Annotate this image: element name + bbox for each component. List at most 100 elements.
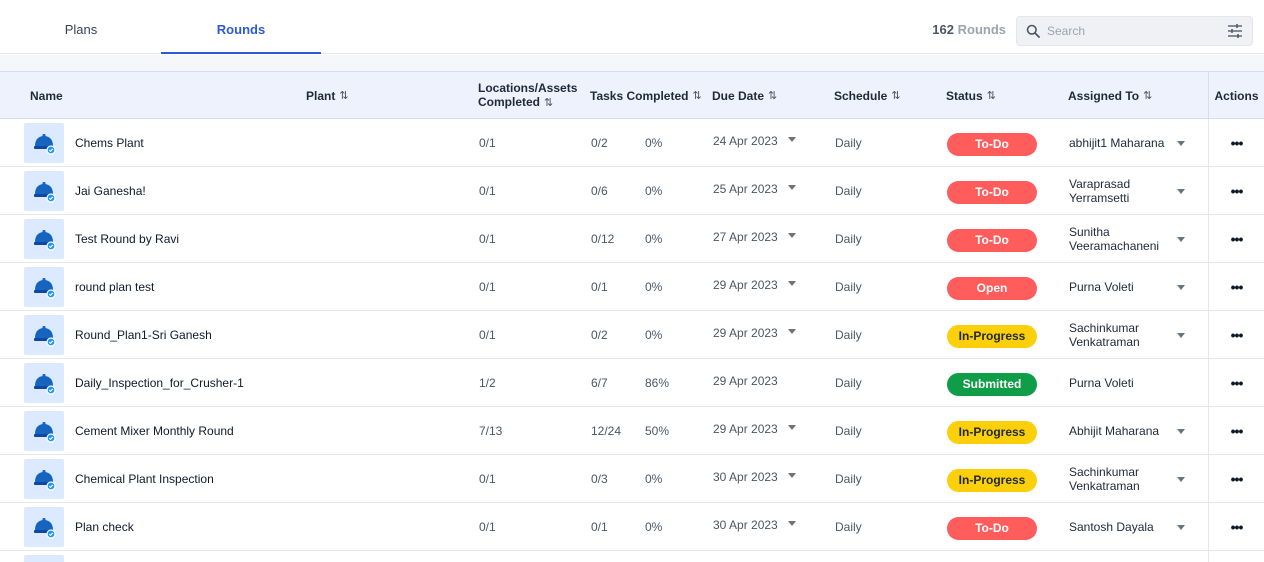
search-box[interactable] — [1016, 16, 1253, 46]
sort-icon[interactable]: ⇅ — [1143, 89, 1152, 103]
tab-plans[interactable]: Plans — [1, 6, 161, 54]
tasks-percent: 50% — [645, 423, 670, 438]
table-row[interactable]: Round_Plan1-Sri Ganesh 0/1 0/2 0% 29 Apr… — [0, 311, 1264, 359]
due-date-cell[interactable]: 29 Apr 2023 — [713, 405, 796, 452]
table-row[interactable]: Test Round by Ravi 0/1 0/12 0% 27 Apr 20… — [0, 215, 1264, 263]
chevron-down-icon[interactable] — [1177, 285, 1185, 290]
due-date-cell[interactable]: 29 Apr 2023 — [713, 309, 796, 356]
chevron-down-icon[interactable] — [1177, 477, 1185, 482]
round-name[interactable]: Chemical Plant Inspection — [75, 455, 214, 502]
due-date-cell[interactable]: 24 Apr 2023 — [713, 117, 796, 164]
status-badge[interactable]: In-Progress — [947, 469, 1037, 492]
more-actions-button[interactable]: ••• — [1208, 503, 1264, 550]
status-badge[interactable]: To-Do — [947, 229, 1037, 252]
header-plant[interactable]: Plant ⇅ — [306, 72, 349, 119]
chevron-down-icon[interactable] — [787, 329, 796, 334]
sort-icon[interactable]: ⇅ — [692, 89, 701, 103]
status-badge[interactable]: To-Do — [947, 133, 1037, 156]
status-badge[interactable]: Submitted — [947, 373, 1037, 396]
chevron-down-icon[interactable] — [787, 473, 796, 478]
due-date-cell[interactable]: 29 Apr 2023 — [713, 357, 778, 404]
round-name[interactable]: Chems Plant — [75, 119, 144, 166]
more-actions-button[interactable]: ••• — [1208, 455, 1264, 502]
status-badge[interactable]: To-Do — [947, 517, 1037, 540]
chevron-down-icon[interactable] — [787, 233, 796, 238]
table-row[interactable]: Daily_Inspection_for_Crusher-1 1/2 6/7 8… — [0, 359, 1264, 407]
round-thumbnail — [24, 123, 64, 163]
round-name[interactable]: Round_Plan1-Sri Ganesh — [75, 311, 212, 358]
assignee-cell[interactable]: Sachinkumar Venkatraman — [1069, 455, 1179, 502]
round-thumbnail — [24, 219, 64, 259]
more-actions-button[interactable]: ••• — [1208, 359, 1264, 406]
status-badge[interactable]: To-Do — [947, 181, 1037, 204]
chevron-down-icon[interactable] — [1177, 429, 1185, 434]
table-row[interactable]: round plan test 0/1 0/1 0% 29 Apr 2023 D… — [0, 263, 1264, 311]
header-assigned[interactable]: Assigned To ⇅ — [1068, 72, 1152, 119]
assignee-cell[interactable]: Santosh Dayala — [1069, 503, 1179, 550]
chevron-down-icon[interactable] — [1177, 237, 1185, 242]
chevron-down-icon[interactable] — [1177, 141, 1185, 146]
due-date-cell[interactable]: 27 Apr 2023 — [713, 213, 796, 260]
more-actions-button[interactable]: ••• — [1208, 263, 1264, 310]
sort-icon[interactable]: ⇅ — [891, 89, 900, 103]
status-badge[interactable]: In-Progress — [947, 421, 1037, 444]
status-badge[interactable]: Open — [947, 277, 1037, 300]
table-row[interactable]: Jai Ganesha! 0/1 0/6 0% 25 Apr 2023 Dail… — [0, 167, 1264, 215]
due-date-cell[interactable]: 30 Apr 2023 — [713, 453, 796, 500]
header-name[interactable]: Name — [30, 72, 63, 119]
filter-icon[interactable] — [1227, 23, 1243, 39]
sort-icon[interactable]: ⇅ — [768, 89, 777, 103]
sort-icon[interactable]: ⇅ — [544, 96, 553, 110]
chevron-down-icon[interactable] — [787, 521, 796, 526]
assignee-cell[interactable]: Purna Voleti — [1069, 263, 1179, 310]
round-name[interactable]: Daily_Inspection_for_Crusher-1 — [75, 359, 244, 406]
more-actions-button[interactable]: ••• — [1208, 215, 1264, 262]
chevron-down-icon[interactable] — [787, 185, 796, 190]
tasks-percent: 0% — [645, 327, 663, 342]
tasks-completed: 6/7 — [591, 375, 608, 390]
search-input[interactable] — [1047, 22, 1217, 40]
round-name[interactable]: Cement Mixer Monthly Round — [75, 407, 234, 454]
chevron-down-icon[interactable] — [1177, 333, 1185, 338]
due-date-cell[interactable]: 29 Apr 2023 — [713, 261, 796, 308]
round-name[interactable]: Test Round by Ravi — [75, 215, 179, 262]
assignee-cell[interactable]: Sachinkumar Venkatraman — [1069, 311, 1179, 358]
chevron-down-icon[interactable] — [787, 137, 796, 142]
assignee-cell[interactable]: Varaprasad Yerramsetti — [1069, 167, 1179, 214]
due-date-cell[interactable]: 25 Apr 2023 — [713, 165, 796, 212]
table-row[interactable]: Plan check 0/1 0/1 0% 30 Apr 2023 Daily … — [0, 503, 1264, 551]
more-actions-button[interactable]: ••• — [1208, 119, 1264, 166]
table-row[interactable]: Cement Mixer Monthly Round 7/13 12/24 50… — [0, 407, 1264, 455]
sort-icon[interactable]: ⇅ — [987, 89, 996, 103]
top-bar: Plans Rounds 162 Rounds — [0, 6, 1264, 54]
assignee-cell[interactable]: Purna Voleti — [1069, 359, 1179, 406]
chevron-down-icon[interactable] — [787, 425, 796, 430]
chevron-down-icon[interactable] — [787, 281, 796, 286]
hardhat-icon — [34, 278, 56, 299]
round-thumbnail — [24, 459, 64, 499]
assignee-cell[interactable]: Abhijit Maharana — [1069, 407, 1179, 454]
table-row[interactable]: Chems Plant 0/1 0/2 0% 24 Apr 2023 Daily… — [0, 119, 1264, 167]
assignee-cell[interactable]: abhijit1 Maharana — [1069, 119, 1179, 166]
round-name[interactable]: Plan check — [75, 503, 134, 550]
table-row[interactable]: Chemical Plant Inspection 0/1 0/3 0% 30 … — [0, 455, 1264, 503]
header-locations[interactable]: Locations/Assets Completed ⇅ — [478, 72, 577, 119]
header-tasks[interactable]: Tasks Completed ⇅ — [590, 72, 702, 119]
more-actions-button[interactable]: ••• — [1208, 311, 1264, 358]
status-badge[interactable]: In-Progress — [947, 325, 1037, 348]
header-schedule[interactable]: Schedule ⇅ — [834, 72, 901, 119]
header-status[interactable]: Status ⇅ — [946, 72, 996, 119]
hardhat-icon — [34, 470, 56, 491]
sort-icon[interactable]: ⇅ — [339, 89, 348, 103]
round-thumbnail — [24, 315, 64, 355]
round-name[interactable]: Jai Ganesha! — [75, 167, 146, 214]
more-actions-button[interactable]: ••• — [1208, 167, 1264, 214]
header-due-date[interactable]: Due Date ⇅ — [712, 72, 777, 119]
tab-rounds[interactable]: Rounds — [161, 6, 321, 54]
more-actions-button[interactable]: ••• — [1208, 407, 1264, 454]
chevron-down-icon[interactable] — [1177, 189, 1185, 194]
due-date-cell[interactable]: 30 Apr 2023 — [713, 501, 796, 548]
chevron-down-icon[interactable] — [1177, 525, 1185, 530]
round-name[interactable]: round plan test — [75, 263, 154, 310]
assignee-cell[interactable]: Sunitha Veeramachaneni — [1069, 215, 1179, 262]
